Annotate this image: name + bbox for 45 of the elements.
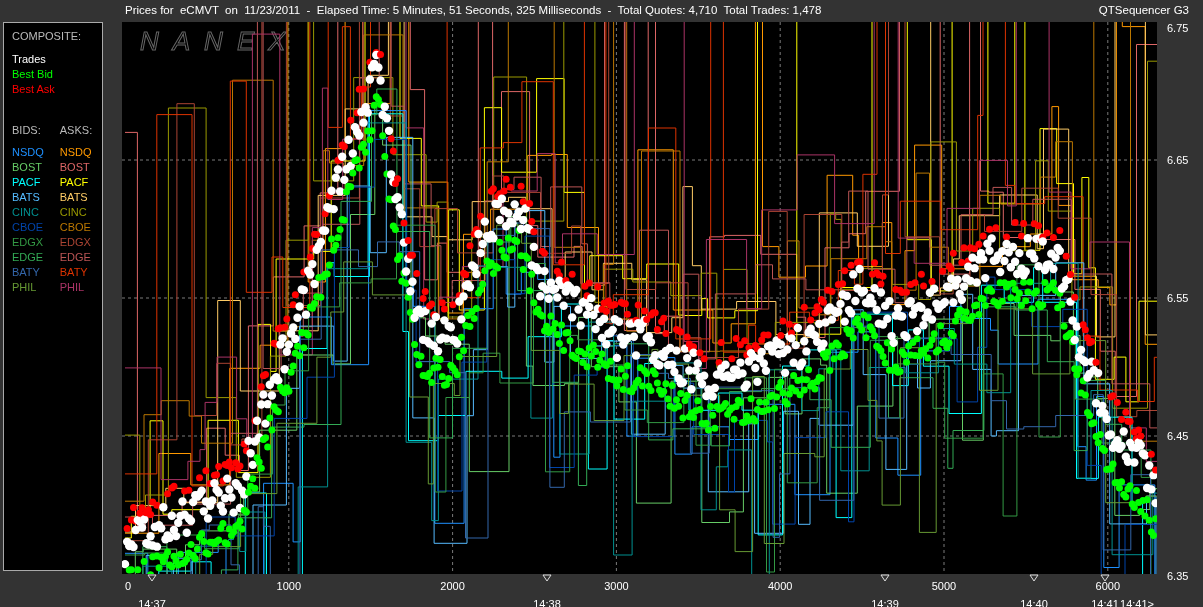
price-label: 6.45 xyxy=(1167,430,1189,442)
legend-heading: BIDS: xyxy=(12,123,42,138)
legend-label: BATS xyxy=(12,190,41,205)
legend-heading: COMPOSITE: xyxy=(12,29,83,44)
price-label: 6.75 xyxy=(1167,22,1189,34)
legend-label: NSDQ xyxy=(59,145,93,160)
triangle-marker-icon xyxy=(1100,574,1110,582)
legend-label: BOST xyxy=(59,160,91,175)
count-label: 3000 xyxy=(604,580,629,592)
legend-label: PACF xyxy=(59,175,90,190)
legend-label: Best Ask xyxy=(12,82,56,97)
price-label: 6.65 xyxy=(1167,154,1189,166)
legend-label: Trades xyxy=(12,52,47,67)
count-label: 4000 xyxy=(767,580,793,592)
legend-label: BATS xyxy=(59,190,89,205)
legend-label: EDGX xyxy=(12,235,44,250)
legend-label: Best Bid xyxy=(12,67,54,82)
triangle-marker-icon xyxy=(880,574,890,582)
legend-label: NSDQ xyxy=(12,145,44,160)
count-label: 1000 xyxy=(276,580,302,592)
triangle-marker-icon xyxy=(1029,574,1039,582)
legend-heading: ASKS: xyxy=(59,123,93,138)
legend-label: EDGX xyxy=(59,235,92,250)
triangle-marker-icon xyxy=(542,574,552,582)
legend-label: CBOE xyxy=(12,220,44,235)
triangle-marker-icon xyxy=(147,574,157,582)
legend-label: BATY xyxy=(12,265,41,280)
legend-label: EDGE xyxy=(12,250,44,265)
count-label: 5000 xyxy=(931,580,957,592)
chart-title: Prices for eCMVT on 11/23/2011 - Elapsed Time: 5 Minutes, 51 Seconds, 325 Milliseconds - Total Quotes: 4,710 Total Trades: 1,478 xyxy=(125,4,822,16)
legend-label: PHIL xyxy=(12,280,38,295)
legend-label: PACF xyxy=(12,175,42,190)
price-label: 6.35 xyxy=(1167,570,1189,582)
legend-label: CINC xyxy=(59,205,88,220)
app-name: QTSequencer G3 xyxy=(1098,4,1189,16)
price-label: 6.55 xyxy=(1167,292,1189,304)
count-label: 6000 xyxy=(1095,580,1121,592)
legend-label: CBOE xyxy=(59,220,92,235)
legend-label: PHIL xyxy=(59,280,86,295)
count-label: 2000 xyxy=(440,580,465,592)
legend-label: CINC xyxy=(12,205,40,220)
count-label: 0 xyxy=(125,580,132,592)
legend-label: EDGE xyxy=(59,250,92,265)
legend-label: BATY xyxy=(59,265,89,280)
legend-label: BOST xyxy=(12,160,43,175)
